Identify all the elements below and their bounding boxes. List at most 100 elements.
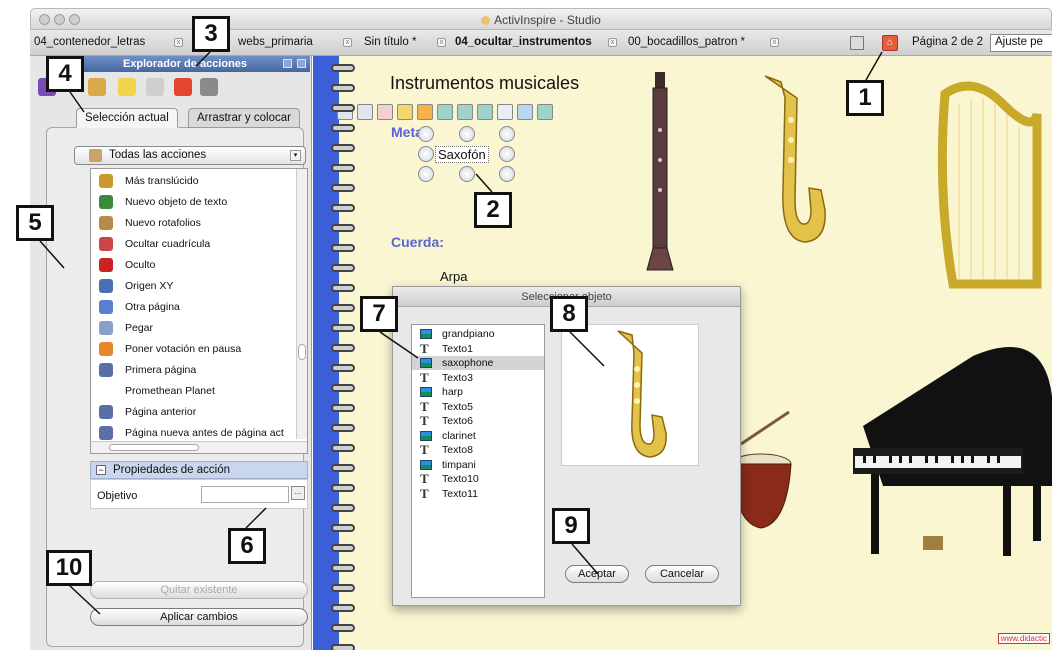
tab-doc-2[interactable]: webs_primaria (238, 36, 313, 48)
resource-browser-icon[interactable] (88, 78, 106, 96)
selection-handle[interactable] (459, 126, 475, 142)
action-filter-select[interactable]: Todas las acciones ▾ (74, 146, 306, 165)
object-list-item[interactable]: T Texto11 (412, 487, 544, 501)
saxophone-text-object[interactable]: Saxofón (435, 146, 489, 163)
tab-current-selection[interactable]: Selección actual (76, 108, 178, 128)
object-list-item[interactable]: T Texto6 (412, 414, 544, 428)
scroll-thumb[interactable] (109, 444, 199, 451)
target-field[interactable] (201, 486, 289, 503)
bring-forward-icon[interactable] (457, 104, 473, 120)
notes-browser-icon[interactable] (118, 78, 136, 96)
object-list-item[interactable]: T Texto8 (412, 443, 544, 457)
action-list-item[interactable]: Página anterior (91, 402, 297, 423)
new-page-icon (99, 426, 113, 440)
send-backward-icon[interactable] (477, 104, 493, 120)
close-tab-icon[interactable]: x (770, 38, 779, 47)
action-list-item[interactable]: Pegar (91, 318, 297, 339)
close-tab-icon[interactable]: x (174, 38, 183, 47)
spiral-ring (331, 544, 355, 552)
action-list-item[interactable]: Primera página (91, 360, 297, 381)
page-view-icon[interactable] (850, 36, 864, 50)
tab-doc-3[interactable]: Sin título * (364, 36, 416, 48)
lock-icon[interactable] (397, 104, 413, 120)
object-list-item[interactable]: grandpiano (412, 327, 544, 341)
tab-drag-and-drop[interactable]: Arrastrar y colocar (188, 108, 300, 128)
action-list-item[interactable]: Poner votación en pausa (91, 339, 297, 360)
collapse-icon[interactable]: − (96, 465, 106, 475)
action-label: Primera página (125, 364, 197, 376)
zoom-field[interactable]: Ajuste pe (990, 34, 1052, 52)
selection-handle[interactable] (418, 126, 434, 142)
property-browser-icon[interactable] (146, 78, 164, 96)
object-list-item[interactable]: harp (412, 385, 544, 399)
action-list-item[interactable]: Otra página (91, 297, 297, 318)
chevron-down-icon: ▾ (290, 150, 301, 161)
duplicate-icon[interactable] (497, 104, 513, 120)
grand-piano-image[interactable] (843, 336, 1052, 576)
selection-handle[interactable] (418, 166, 434, 182)
selection-handle[interactable] (499, 166, 515, 182)
action-list-item[interactable]: Ocultar cuadrícula (91, 234, 297, 255)
close-tab-icon[interactable]: x (437, 38, 446, 47)
action-list-item[interactable]: Promethean Planet (91, 381, 297, 402)
object-list-item[interactable]: T Texto1 (412, 342, 544, 356)
action-list[interactable]: Página nueva antes de página act Página a… (90, 168, 308, 454)
selection-handle[interactable] (499, 146, 515, 162)
voting-browser-icon[interactable] (200, 78, 218, 96)
cancel-button[interactable]: Cancelar (645, 565, 719, 583)
harp-image[interactable] (933, 74, 1043, 294)
timpani-image[interactable] (741, 404, 801, 534)
clarinet-image[interactable] (643, 70, 677, 275)
action-properties-header[interactable]: − Propiedades de acción (90, 461, 308, 479)
color-icon[interactable] (417, 104, 433, 120)
action-list-item[interactable]: Oculto (91, 255, 297, 276)
close-tab-icon[interactable]: x (608, 38, 617, 47)
object-list-item[interactable]: timpani (412, 458, 544, 472)
image-object-icon (420, 329, 432, 339)
spiral-ring (331, 604, 355, 612)
object-list-item[interactable]: T Texto10 (412, 472, 544, 486)
remove-existing-button[interactable]: Quitar existente (90, 581, 308, 599)
action-label: Nuevo objeto de texto (125, 196, 228, 208)
flip-icon[interactable] (517, 104, 533, 120)
rotate-icon[interactable] (357, 104, 373, 120)
flipchart-icon (99, 216, 113, 230)
callout-6: 6 (228, 528, 266, 564)
action-browser-icon[interactable] (174, 78, 192, 96)
object-list-item[interactable]: T Texto3 (412, 371, 544, 385)
selection-handle[interactable] (499, 126, 515, 142)
tab-doc-4[interactable]: 04_ocultar_instrumentos (455, 36, 592, 48)
object-list[interactable]: grandpiano T Texto1 saxophone T Texto3 harp T Te… (411, 324, 545, 598)
horizontal-scrollbar[interactable] (91, 441, 307, 453)
vertical-scrollbar[interactable] (296, 169, 307, 439)
dock-icon[interactable] (283, 59, 292, 68)
object-list-item[interactable]: T Texto5 (412, 400, 544, 414)
menu-icon[interactable] (537, 104, 553, 120)
watermark-link[interactable]: www.didactic (997, 633, 1050, 644)
spiral-ring (331, 344, 355, 352)
settings-icon[interactable] (297, 59, 306, 68)
accept-button[interactable]: Aceptar (565, 565, 629, 583)
layer-icon[interactable] (437, 104, 453, 120)
harp-text-object[interactable]: Arpa (440, 269, 467, 284)
selection-handle[interactable] (459, 166, 475, 182)
home-icon[interactable]: ⌂ (882, 35, 898, 51)
object-list-item[interactable]: clarinet (412, 429, 544, 443)
scroll-thumb[interactable] (298, 344, 306, 360)
delete-icon[interactable] (377, 104, 393, 120)
tab-doc-1[interactable]: 04_contenedor_letras (34, 36, 145, 48)
apply-changes-button[interactable]: Aplicar cambios (90, 608, 308, 626)
action-list-item[interactable]: Más translúcido (91, 171, 297, 192)
object-list-item[interactable]: saxophone (412, 356, 544, 370)
target-label: Objetivo (97, 490, 138, 502)
tab-doc-5[interactable]: 00_bocadillos_patron * (628, 36, 745, 48)
browse-target-button[interactable]: ... (291, 486, 305, 500)
selection-handle[interactable] (418, 146, 434, 162)
action-list-item[interactable]: Origen XY (91, 276, 297, 297)
text-t-icon (99, 195, 113, 209)
action-list-item[interactable]: Nuevo objeto de texto (91, 192, 297, 213)
image-object-icon (420, 430, 432, 441)
close-tab-icon[interactable]: x (343, 38, 352, 47)
saxophone-image[interactable] (755, 70, 831, 255)
action-list-item[interactable]: Nuevo rotafolios (91, 213, 297, 234)
